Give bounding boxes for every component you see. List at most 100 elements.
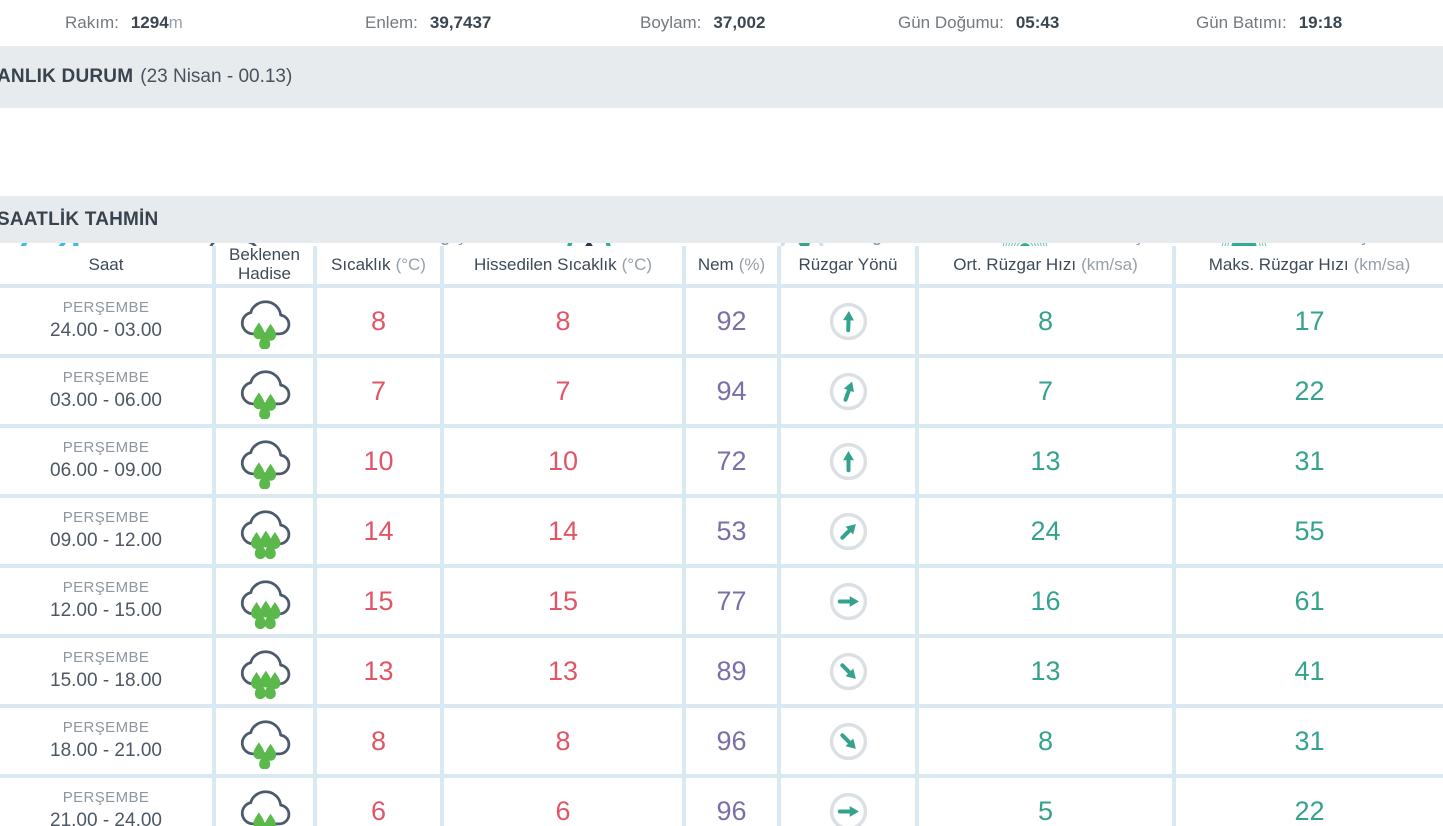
expected-event-cell [216, 708, 313, 774]
max-wind-cell: 31 [1176, 708, 1443, 774]
row-day: PERŞEMBE [62, 579, 150, 597]
humidity-cell: 96 [686, 708, 777, 774]
row-max-wind: 22 [1294, 375, 1325, 406]
row-day: PERŞEMBE [62, 369, 150, 387]
latitude-info: Enlem: 39,7437 [365, 0, 491, 46]
row-max-wind: 22 [1294, 795, 1325, 826]
latitude-label: Enlem: [365, 13, 418, 32]
column-header-label: Maks. Rüzgar Hızı [1208, 254, 1349, 274]
row-day: PERŞEMBE [62, 509, 150, 527]
temperature-cell: 8 [317, 288, 440, 354]
column-header: Beklenen Hadise [216, 245, 313, 284]
wind-direction-icon [829, 512, 867, 550]
column-header: Nem (%) [686, 246, 777, 284]
longitude-value: 37,002 [713, 13, 766, 32]
wind-direction-icon [829, 442, 867, 480]
row-avg-wind: 16 [1030, 585, 1061, 616]
row-avg-wind: 24 [1030, 515, 1061, 546]
temperature-cell: 15 [317, 568, 440, 634]
max-wind-cell: 31 [1176, 428, 1443, 494]
current-conditions-timestamp: (23 Nisan - 00.13) [140, 66, 293, 87]
row-feels-like: 13 [547, 655, 579, 686]
row-avg-wind: 13 [1030, 655, 1061, 686]
altitude-info: Rakım: 1294 m [65, 0, 183, 46]
expected-event-cell [216, 358, 313, 424]
wind-direction-icon [829, 722, 867, 760]
temperature-cell: 14 [317, 498, 440, 564]
column-header-label: Beklenen Hadise [229, 245, 300, 283]
row-day: PERŞEMBE [62, 649, 150, 667]
current-conditions-strip: 7,4°C Yağmurlu Yağış 2.4mm [0, 108, 1443, 297]
hourly-forecast-header: SAATLİK TAHMİN [0, 196, 1443, 243]
wind-direction-cell [781, 288, 915, 354]
heavy-rain-icon [240, 580, 290, 629]
expected-event-cell [216, 638, 313, 704]
row-time: 03.00 - 06.00 [50, 390, 162, 412]
altitude-unit: m [168, 13, 183, 32]
time-cell: PERŞEMBE 12.00 - 15.00 [0, 568, 212, 634]
wind-direction-cell [781, 428, 915, 494]
humidity-cell: 94 [686, 358, 777, 424]
row-avg-wind: 5 [1037, 795, 1054, 826]
avg-wind-cell: 8 [919, 288, 1172, 354]
row-feels-like: 8 [555, 725, 571, 756]
humidity-cell: 72 [686, 428, 777, 494]
time-cell: PERŞEMBE 15.00 - 18.00 [0, 638, 212, 704]
altitude-value: 1294 [130, 13, 169, 32]
row-max-wind: 17 [1294, 305, 1325, 336]
temperature-cell: 6 [317, 778, 440, 826]
humidity-cell: 53 [686, 498, 777, 564]
row-max-wind: 55 [1294, 515, 1325, 546]
humidity-cell: 92 [686, 288, 777, 354]
wind-direction-cell [781, 638, 915, 704]
row-time: 18.00 - 21.00 [50, 740, 162, 762]
feels-like-cell: 10 [444, 428, 682, 494]
feels-like-cell: 14 [444, 498, 682, 564]
wind-direction-cell [781, 498, 915, 564]
max-wind-cell: 22 [1176, 358, 1443, 424]
expected-event-cell [216, 288, 313, 354]
row-time: 06.00 - 09.00 [50, 460, 162, 482]
avg-wind-cell: 13 [919, 428, 1172, 494]
row-time: 21.00 - 24.00 [50, 810, 162, 826]
row-time: 24.00 - 03.00 [50, 320, 162, 342]
rain-icon [240, 370, 290, 419]
feels-like-cell: 13 [444, 638, 682, 704]
wind-direction-cell [781, 708, 915, 774]
column-header-unit: (°C) [395, 254, 426, 274]
column-header: Ort. Rüzgar Hızı (km/sa) [919, 246, 1172, 284]
column-header-label: Rüzgar Yönü [798, 254, 898, 274]
expected-event-cell [216, 778, 313, 826]
feels-like-cell: 8 [444, 288, 682, 354]
row-humidity: 92 [716, 305, 747, 336]
wind-direction-icon [829, 652, 867, 690]
heavy-rain-icon [240, 650, 290, 699]
avg-wind-cell: 13 [919, 638, 1172, 704]
sunrise-value: 05:43 [1015, 13, 1060, 32]
column-header: Sıcaklık (°C) [317, 246, 440, 284]
current-conditions-title: ANLIK DURUM [0, 66, 134, 87]
row-time: 09.00 - 12.00 [50, 530, 162, 552]
row-humidity: 96 [716, 795, 747, 826]
heavy-rain-icon [240, 510, 290, 559]
row-humidity: 89 [716, 655, 747, 686]
column-header: Hissedilen Sıcaklık (°C) [444, 246, 682, 284]
row-temperature: 7 [370, 375, 387, 406]
time-cell: PERŞEMBE 18.00 - 21.00 [0, 708, 212, 774]
column-header-unit: (°C) [621, 254, 653, 274]
column-header-label: Sıcaklık [331, 254, 391, 274]
row-temperature: 6 [370, 795, 387, 826]
column-header-unit: (%) [738, 254, 766, 274]
column-header-label: Ort. Rüzgar Hızı [953, 254, 1077, 274]
time-cell: PERŞEMBE 03.00 - 06.00 [0, 358, 212, 424]
row-avg-wind: 13 [1030, 445, 1061, 476]
column-header: Maks. Rüzgar Hızı (km/sa) [1176, 246, 1443, 284]
column-header-label: Saat [88, 254, 124, 274]
hourly-forecast-table: Saat Beklenen Hadise Sıcaklık (°C) Hisse… [0, 245, 1443, 826]
row-humidity: 94 [716, 375, 747, 406]
row-feels-like: 15 [547, 585, 579, 616]
humidity-cell: 96 [686, 778, 777, 826]
wind-direction-cell [781, 358, 915, 424]
max-wind-cell: 17 [1176, 288, 1443, 354]
row-avg-wind: 7 [1037, 375, 1054, 406]
